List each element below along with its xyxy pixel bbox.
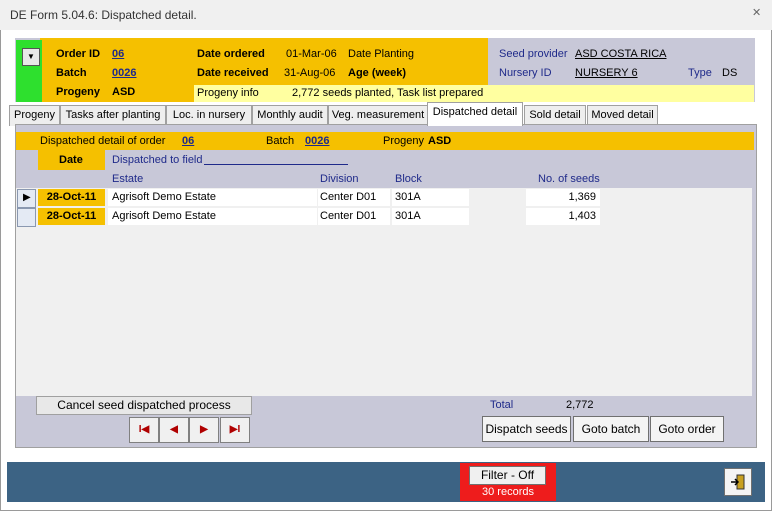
window-title: DE Form 5.04.6: Dispatched detail. [10,8,197,22]
column-header-division: Division [320,173,359,185]
order-id-label: Order ID [56,48,101,60]
nursery-id-label: Nursery ID [499,67,552,79]
detail-progeny-label: Progeny [383,135,424,147]
row-1-seeds[interactable]: 1,369 [526,189,600,206]
age-label: Age (week) [348,67,407,79]
date-ordered-value: 01-Mar-06 [286,48,337,60]
row-1-date[interactable]: 28-Oct-11 [38,189,105,206]
row-1-block[interactable]: 301A [392,189,469,206]
date-received-value: 31-Aug-06 [284,67,336,79]
row-2-block[interactable]: 301A [392,208,469,225]
previous-record-button[interactable]: ◀ [159,417,189,443]
order-id-link[interactable]: 06 [112,48,124,60]
records-count: 30 records [482,486,534,498]
date-planting-label: Date Planting [348,48,415,60]
detail-batch-link[interactable]: 0026 [305,135,329,147]
tab-sold-detail[interactable]: Sold detail [524,105,586,126]
seed-provider-label: Seed provider [499,48,568,60]
detail-batch-label: Batch [266,135,295,147]
detail-progeny-value: ASD [428,135,452,147]
column-header-dispatched-to: Dispatched to field [112,154,203,166]
progeny-info-label: Progeny info [197,87,259,99]
filter-toggle-button[interactable]: Filter - Off [469,466,546,485]
goto-order-button[interactable]: Goto order [650,416,724,442]
total-label: Total [490,399,514,411]
exit-icon[interactable] [724,468,752,496]
tab-moved-detail[interactable]: Moved detail [587,105,658,126]
tab-veg-measurement[interactable]: Veg. measurement [328,105,428,126]
type-label: Type [688,67,712,79]
date-ordered-label: Date ordered [197,48,265,60]
tab-progeny[interactable]: Progeny [9,105,60,126]
column-header-seeds: No. of seeds [538,173,600,185]
column-header-block: Block [395,173,422,185]
row-2-estate[interactable]: Agrisoft Demo Estate [108,208,317,225]
exit-door-icon [731,474,745,490]
dispatch-seeds-button[interactable]: Dispatch seeds [482,416,571,442]
row-1-estate[interactable]: Agrisoft Demo Estate [108,189,317,206]
tab-tasks-after-planting[interactable]: Tasks after planting [60,105,166,126]
date-received-label: Date received [197,67,269,79]
row-2-date[interactable]: 28-Oct-11 [38,208,105,225]
type-value: DS [722,67,738,79]
batch-link[interactable]: 0026 [112,67,136,79]
footer-bar [7,462,765,502]
row-selector[interactable] [17,208,36,227]
row-selector-current-icon[interactable]: ▶ [17,189,36,208]
next-record-button[interactable]: ▶ [189,417,219,443]
progeny-value: ASD [112,86,136,98]
progeny-info-value: 2,772 seeds planted, Task list prepared [292,87,484,99]
batch-label: Batch [56,67,87,79]
seed-provider-link[interactable]: ASD COSTA RICA [575,48,666,60]
total-value: 2,772 [566,399,594,411]
dropdown-arrow-icon[interactable]: ▼ [22,48,40,66]
first-record-button[interactable]: I◀ [129,417,159,443]
goto-batch-button[interactable]: Goto batch [573,416,649,442]
tab-monthly-audit[interactable]: Monthly audit [252,105,328,126]
dispatched-to-underline [204,164,348,165]
detail-order-link[interactable]: 06 [182,135,194,147]
column-header-date: Date [59,154,83,166]
row-2-division[interactable]: Center D01 [318,208,390,225]
column-header-estate: Estate [112,173,144,185]
last-record-button[interactable]: ▶I [220,417,250,443]
tab-dispatched-detail[interactable]: Dispatched detail [427,102,523,126]
tab-loc-in-nursery[interactable]: Loc. in nursery [166,105,252,126]
row-2-seeds[interactable]: 1,403 [526,208,600,225]
nursery-id-link[interactable]: NURSERY 6 [575,67,638,79]
row-1-division[interactable]: Center D01 [318,189,390,206]
progeny-label: Progeny [56,86,101,98]
close-icon[interactable]: ✕ [752,8,762,19]
cancel-dispatch-button[interactable]: Cancel seed dispatched process [36,396,252,415]
dispatched-detail-label: Dispatched detail of order [40,135,166,147]
